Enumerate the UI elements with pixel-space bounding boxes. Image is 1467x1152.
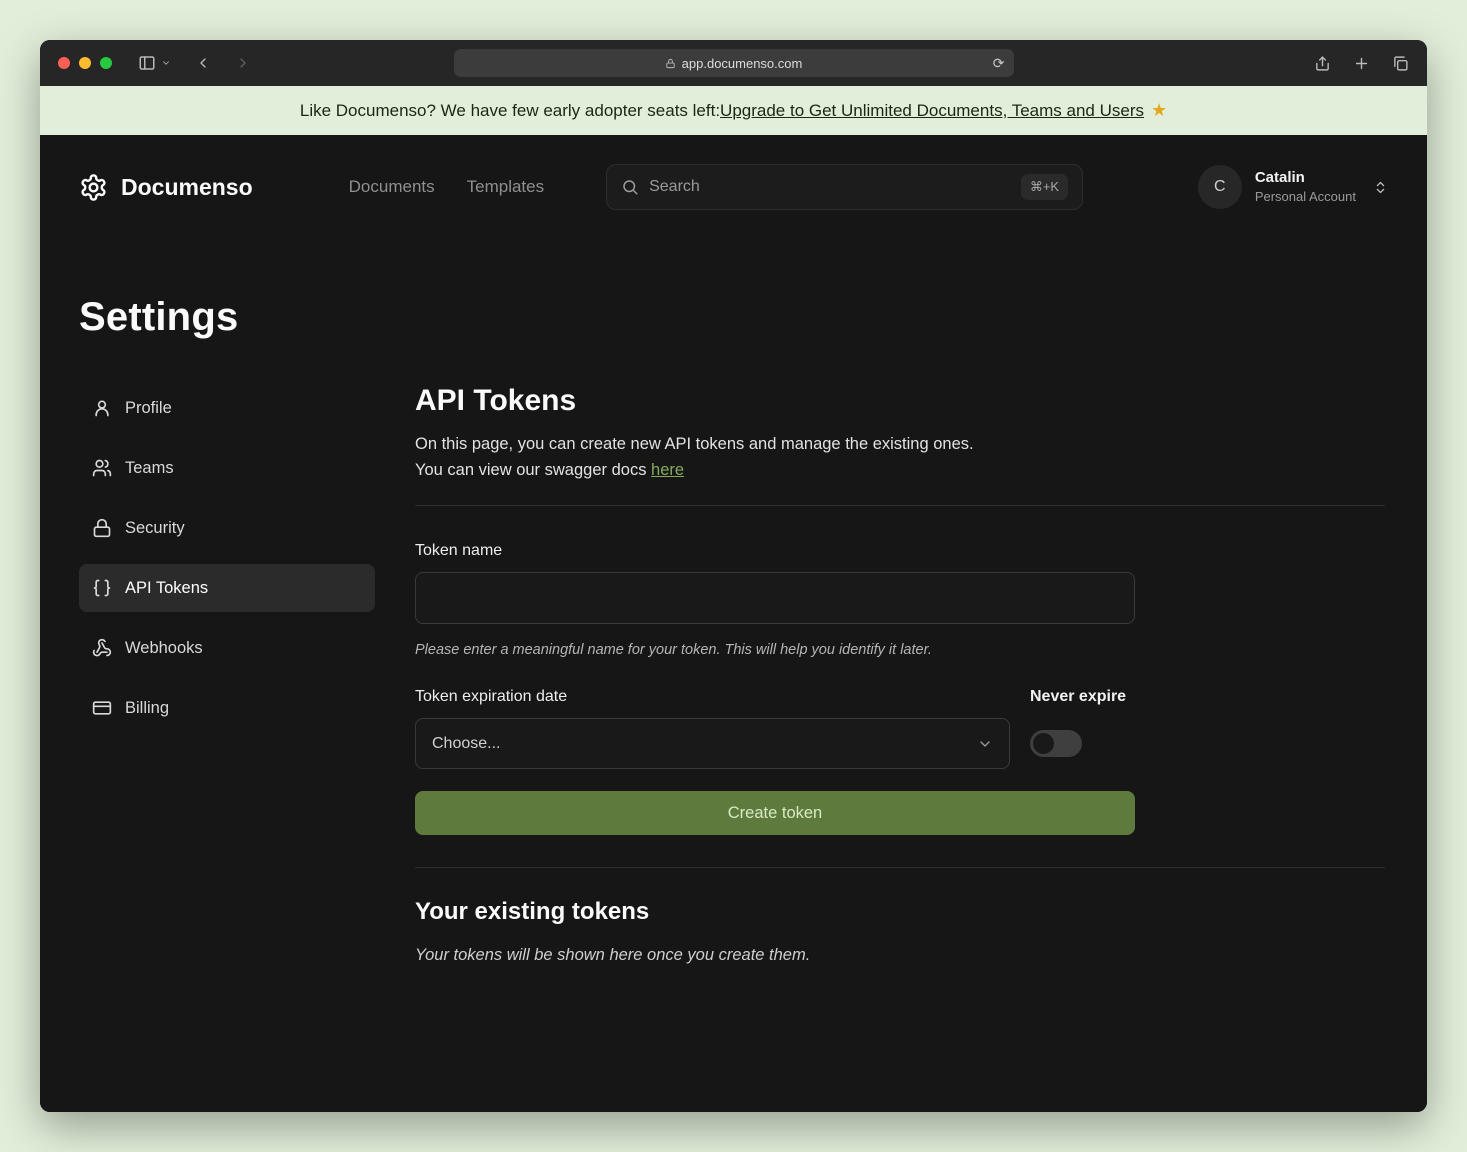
- brand-name: Documenso: [121, 174, 253, 201]
- swagger-docs-link[interactable]: here: [651, 461, 684, 479]
- upgrade-link[interactable]: Upgrade to Get Unlimited Documents, Team…: [720, 101, 1144, 121]
- sidebar-dropdown-chevron-icon[interactable]: [161, 58, 171, 68]
- token-name-help: Please enter a meaningful name for your …: [415, 642, 1385, 658]
- sidebar-item-label: Profile: [125, 399, 172, 418]
- maximize-window-button[interactable]: [100, 57, 112, 69]
- sidebar-item-label: API Tokens: [125, 579, 208, 598]
- section-description: On this page, you can create new API tok…: [415, 432, 1385, 483]
- divider: [415, 505, 1385, 506]
- divider: [415, 867, 1385, 868]
- sidebar-item-webhooks[interactable]: Webhooks: [79, 624, 375, 672]
- search-input[interactable]: [649, 178, 1011, 196]
- sidebar-item-billing[interactable]: Billing: [79, 684, 375, 732]
- sidebar-toggle-icon[interactable]: [138, 54, 156, 72]
- existing-tokens-empty-text: Your tokens will be shown here once you …: [415, 946, 1385, 965]
- never-expire-toggle[interactable]: [1030, 730, 1082, 757]
- sidebar-item-label: Billing: [125, 699, 169, 718]
- back-button[interactable]: [195, 55, 211, 71]
- refresh-icon[interactable]: ⟳: [993, 56, 1005, 70]
- lock-icon: [92, 518, 112, 538]
- users-icon: [92, 458, 112, 478]
- brand-logo-link[interactable]: Documenso: [79, 173, 253, 202]
- lock-icon: [665, 58, 676, 69]
- webhook-icon: [92, 638, 112, 658]
- address-bar[interactable]: app.documenso.com ⟳: [454, 49, 1014, 77]
- sidebar-item-profile[interactable]: Profile: [79, 384, 375, 432]
- account-name: Catalin: [1255, 168, 1356, 188]
- braces-icon: [92, 578, 112, 598]
- sidebar-item-security[interactable]: Security: [79, 504, 375, 552]
- chevron-down-icon: [977, 736, 993, 752]
- chevrons-up-down-icon: [1373, 180, 1388, 195]
- search-bar[interactable]: ⌘+K: [606, 164, 1083, 210]
- browser-window: app.documenso.com ⟳ Like Documenso? We h…: [40, 40, 1427, 1112]
- tab-overview-icon[interactable]: [1392, 55, 1409, 72]
- star-icon: ★: [1151, 100, 1167, 121]
- app-main: Documenso Documents Templates ⌘+K C Cata…: [40, 135, 1427, 1112]
- create-token-button[interactable]: Create token: [415, 791, 1135, 835]
- account-type: Personal Account: [1255, 188, 1356, 206]
- nav-templates[interactable]: Templates: [467, 177, 544, 197]
- toggle-knob: [1033, 733, 1054, 754]
- sidebar-item-label: Security: [125, 519, 185, 538]
- expiration-select[interactable]: Choose...: [415, 718, 1010, 769]
- search-icon: [621, 178, 639, 196]
- api-tokens-panel: API Tokens On this page, you can create …: [415, 384, 1385, 965]
- token-name-label: Token name: [415, 542, 1385, 560]
- account-menu-button[interactable]: C Catalin Personal Account: [1198, 165, 1388, 209]
- sidebar-item-api-tokens[interactable]: API Tokens: [79, 564, 375, 612]
- main-nav: Documents Templates: [349, 177, 544, 197]
- minimize-window-button[interactable]: [79, 57, 91, 69]
- browser-chrome: app.documenso.com ⟳: [40, 40, 1427, 86]
- token-name-input[interactable]: [415, 572, 1135, 624]
- sidebar-item-label: Webhooks: [125, 639, 203, 658]
- page-title: Settings: [79, 295, 1388, 340]
- new-tab-icon[interactable]: [1353, 55, 1370, 72]
- expiration-label: Token expiration date: [415, 688, 1010, 706]
- forward-button[interactable]: [235, 55, 251, 71]
- user-icon: [92, 398, 112, 418]
- sidebar-item-label: Teams: [125, 459, 174, 478]
- section-heading: API Tokens: [415, 384, 1385, 418]
- app-header: Documenso Documents Templates ⌘+K C Cata…: [79, 135, 1388, 239]
- upgrade-banner: Like Documenso? We have few early adopte…: [40, 86, 1427, 135]
- avatar: C: [1198, 165, 1242, 209]
- sidebar-item-teams[interactable]: Teams: [79, 444, 375, 492]
- search-shortcut-badge: ⌘+K: [1021, 174, 1068, 200]
- share-icon[interactable]: [1314, 55, 1331, 72]
- existing-tokens-heading: Your existing tokens: [415, 898, 1385, 926]
- documenso-logo-icon: [79, 173, 108, 202]
- nav-documents[interactable]: Documents: [349, 177, 435, 197]
- traffic-lights: [58, 57, 112, 69]
- url-text: app.documenso.com: [682, 56, 803, 71]
- banner-text: Like Documenso? We have few early adopte…: [300, 101, 720, 121]
- credit-card-icon: [92, 698, 112, 718]
- settings-nav: Profile Teams Security: [79, 384, 375, 965]
- never-expire-label: Never expire: [1030, 688, 1126, 706]
- close-window-button[interactable]: [58, 57, 70, 69]
